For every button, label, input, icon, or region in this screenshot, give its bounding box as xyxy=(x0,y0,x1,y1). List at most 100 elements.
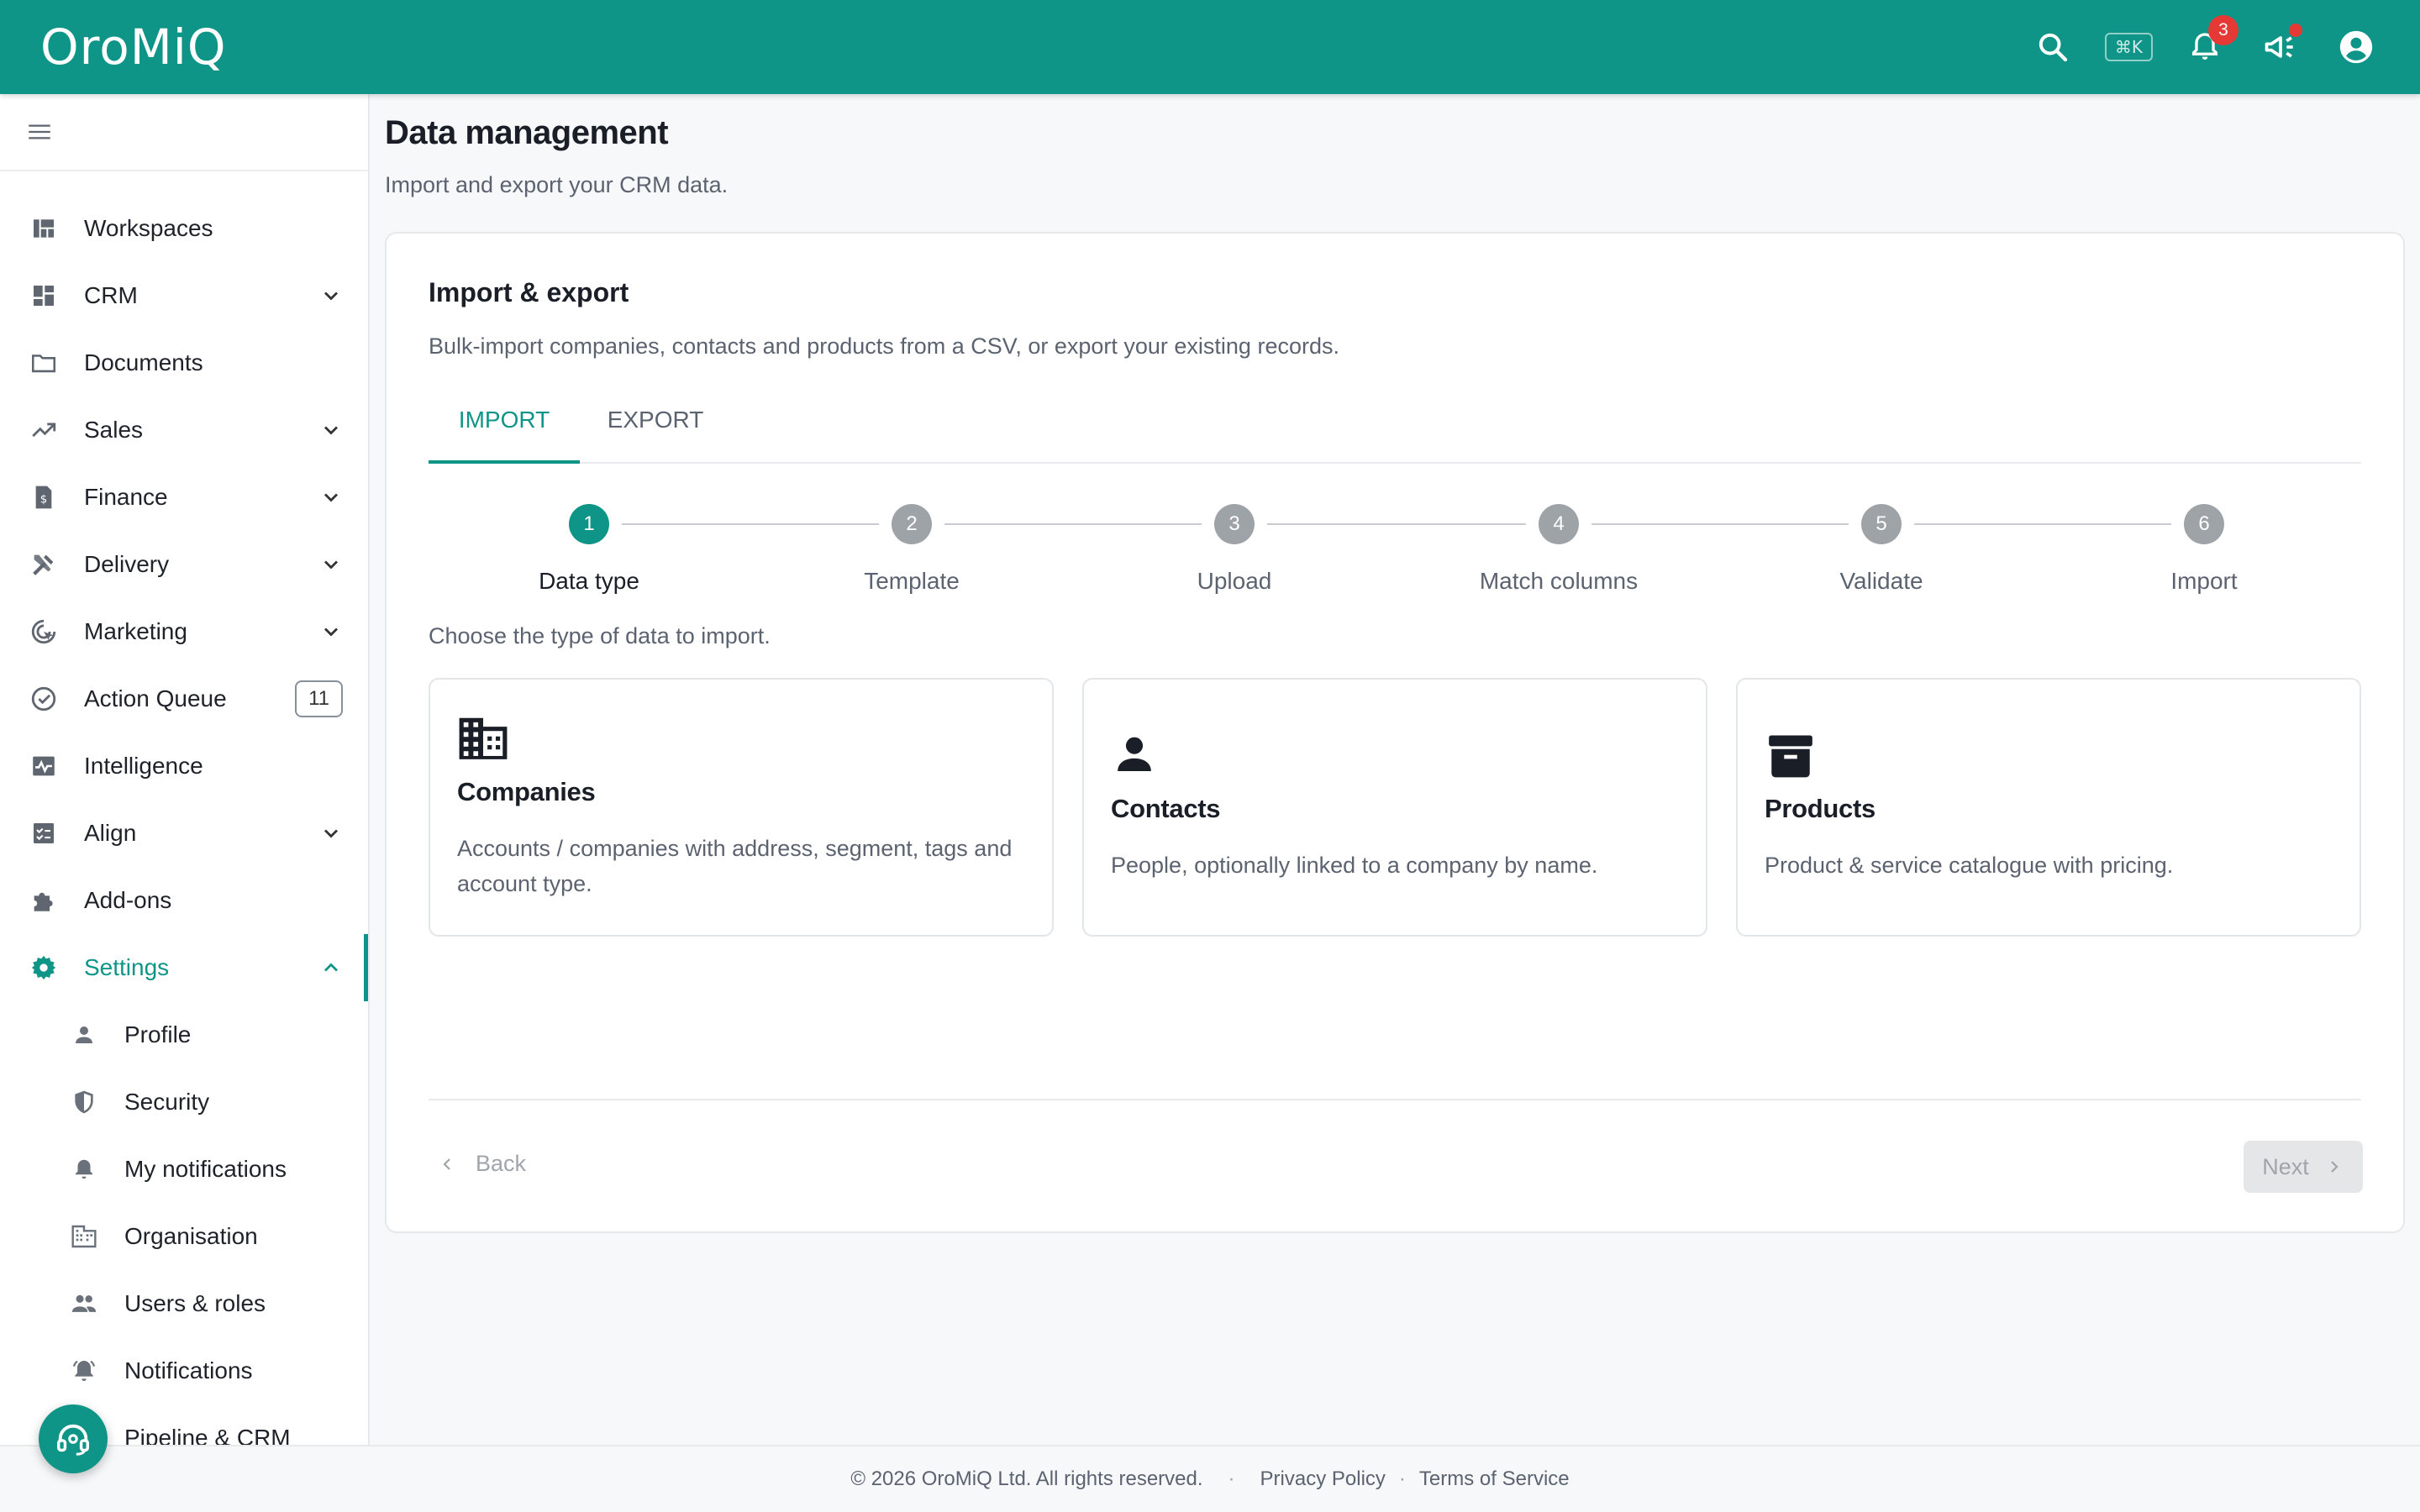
notifications-button[interactable]: 3 xyxy=(2181,15,2238,71)
data-type-contacts[interactable]: Contacts People, optionally linked to a … xyxy=(1082,678,1707,937)
announcements-button[interactable] xyxy=(2257,24,2304,71)
bell-icon xyxy=(69,1154,99,1184)
sidebar-subitem-label: Notifications xyxy=(124,1357,253,1383)
back-label: Back xyxy=(476,1151,527,1176)
sidebar-item-finance[interactable]: $ Finance xyxy=(0,464,368,531)
sidebar-item-add-ons[interactable]: Add-ons xyxy=(0,867,368,934)
sidebar-subitem-profile[interactable]: Profile xyxy=(0,1001,368,1068)
chevron-down-icon xyxy=(324,291,338,301)
sidebar-subitem-security[interactable]: Security xyxy=(0,1068,368,1136)
back-button[interactable]: Back xyxy=(437,1151,526,1177)
data-type-options: Companies Accounts / companies with addr… xyxy=(429,678,2361,937)
chevron-down-icon xyxy=(324,560,338,570)
sidebar-menu-toggle[interactable] xyxy=(0,94,368,171)
check-circle-icon xyxy=(29,684,59,714)
checklist-icon xyxy=(29,818,59,848)
step-number: 6 xyxy=(2184,504,2224,544)
data-type-title: Companies xyxy=(457,777,596,806)
shortcut-hint: ⌘K xyxy=(2104,33,2153,61)
sidebar-item-label: Add-ons xyxy=(84,887,172,913)
import-export-tabs: IMPORT EXPORT xyxy=(429,398,2361,464)
notification-count-badge: 3 xyxy=(2208,15,2238,45)
data-type-description: People, optionally linked to a company b… xyxy=(1111,853,1598,878)
next-button[interactable]: Next xyxy=(2244,1141,2363,1193)
shield-icon xyxy=(69,1087,99,1117)
building-icon xyxy=(69,1221,99,1252)
search-icon xyxy=(2039,33,2068,62)
support-chat-button[interactable] xyxy=(39,1404,108,1473)
sidebar-item-label: Align xyxy=(84,820,137,846)
sidebar-subitem-my-notifications[interactable]: My notifications xyxy=(0,1136,368,1203)
footer-separator: · xyxy=(1398,1467,1406,1490)
step-label: Match columns xyxy=(1479,568,1639,594)
sidebar-item-intelligence[interactable]: Intelligence xyxy=(0,732,368,800)
person-icon xyxy=(1118,737,1151,771)
chevron-down-icon xyxy=(324,426,338,435)
person-icon xyxy=(69,1020,99,1050)
sidebar-item-crm[interactable]: CRM xyxy=(0,262,368,329)
sidebar-subitem-label: Pipeline & CRM xyxy=(124,1425,291,1445)
sidebar-nav: Workspaces CRM Documents Sales $ Finance… xyxy=(0,171,368,1445)
chevron-down-icon xyxy=(324,627,338,637)
sidebar-item-label: CRM xyxy=(84,282,138,308)
search-button[interactable] xyxy=(2029,24,2076,71)
data-type-title: Products xyxy=(1765,794,1876,823)
tab-export[interactable]: EXPORT xyxy=(580,398,731,462)
chevron-up-icon xyxy=(324,963,338,972)
sidebar-item-delivery[interactable]: Delivery xyxy=(0,531,368,598)
sidebar-item-settings[interactable]: Settings xyxy=(0,934,368,1001)
next-label: Next xyxy=(2262,1153,2309,1179)
sidebar-item-workspaces[interactable]: Workspaces xyxy=(0,195,368,262)
step-validate: 5 Validate xyxy=(1797,504,1965,595)
import-stepper: 1 Data type 2 Template 3 Upload 4 Match … xyxy=(429,480,2361,606)
step-number: 5 xyxy=(1861,504,1902,544)
sidebar-item-label: Settings xyxy=(84,954,170,980)
dashboard-icon xyxy=(29,213,59,244)
data-type-description: Product & service catalogue with pricing… xyxy=(1765,853,2174,878)
bell-ringing-icon xyxy=(69,1356,99,1386)
account-circle-icon xyxy=(2339,30,2373,64)
step-label: Import xyxy=(2170,568,2238,594)
sidebar-item-documents[interactable]: Documents xyxy=(0,329,368,396)
top-bar: OroMiQ ⌘K 3 xyxy=(0,0,2420,94)
data-type-title: Contacts xyxy=(1111,794,1221,823)
chevron-left-icon xyxy=(443,1158,450,1170)
sidebar: Workspaces CRM Documents Sales $ Finance… xyxy=(0,94,370,1445)
chevron-right-icon xyxy=(2330,1161,2338,1173)
trending-up-icon xyxy=(29,415,59,445)
sidebar-item-label: Finance xyxy=(84,484,168,510)
data-type-products[interactable]: Products Product & service catalogue wit… xyxy=(1736,678,2361,937)
data-type-description: Accounts / companies with address, segme… xyxy=(457,836,1013,896)
sidebar-item-align[interactable]: Align xyxy=(0,800,368,867)
account-button[interactable] xyxy=(2333,24,2380,71)
step-number: 2 xyxy=(892,504,932,544)
announcement-dot xyxy=(2289,24,2302,37)
import-export-card: Import & export Bulk-import companies, c… xyxy=(385,232,2405,1233)
footer-separator: · xyxy=(1228,1467,1235,1490)
building-icon xyxy=(459,717,508,759)
terms-of-service-link[interactable]: Terms of Service xyxy=(1419,1467,1570,1491)
sidebar-subitem-notifications[interactable]: Notifications xyxy=(0,1337,368,1404)
data-type-companies[interactable]: Companies Accounts / companies with addr… xyxy=(429,678,1054,937)
sidebar-item-sales[interactable]: Sales xyxy=(0,396,368,464)
page-subtitle: Import and export your CRM data. xyxy=(385,172,729,197)
sidebar-subitem-organisation[interactable]: Organisation xyxy=(0,1203,368,1270)
sidebar-subitem-users-roles[interactable]: Users & roles xyxy=(0,1270,368,1337)
invoice-icon: $ xyxy=(29,482,59,512)
svg-text:$: $ xyxy=(40,494,47,507)
chevron-down-icon xyxy=(324,493,338,502)
sidebar-item-label: Delivery xyxy=(84,551,170,577)
sidebar-item-marketing[interactable]: Marketing xyxy=(0,598,368,665)
privacy-policy-link[interactable]: Privacy Policy xyxy=(1260,1467,1386,1491)
tab-import[interactable]: IMPORT xyxy=(429,398,580,464)
card-subtitle: Bulk-import companies, contacts and prod… xyxy=(429,333,1339,359)
hamburger-icon xyxy=(29,124,50,139)
active-indicator xyxy=(364,934,368,1001)
people-icon xyxy=(69,1289,99,1319)
pulse-chart-icon xyxy=(29,751,59,781)
sidebar-item-action-queue[interactable]: Action Queue 11 xyxy=(0,665,368,732)
top-actions: ⌘K 3 xyxy=(2029,15,2380,71)
puzzle-icon xyxy=(29,885,59,916)
chevron-down-icon xyxy=(324,829,338,838)
app-logo[interactable]: OroMiQ xyxy=(40,18,227,76)
